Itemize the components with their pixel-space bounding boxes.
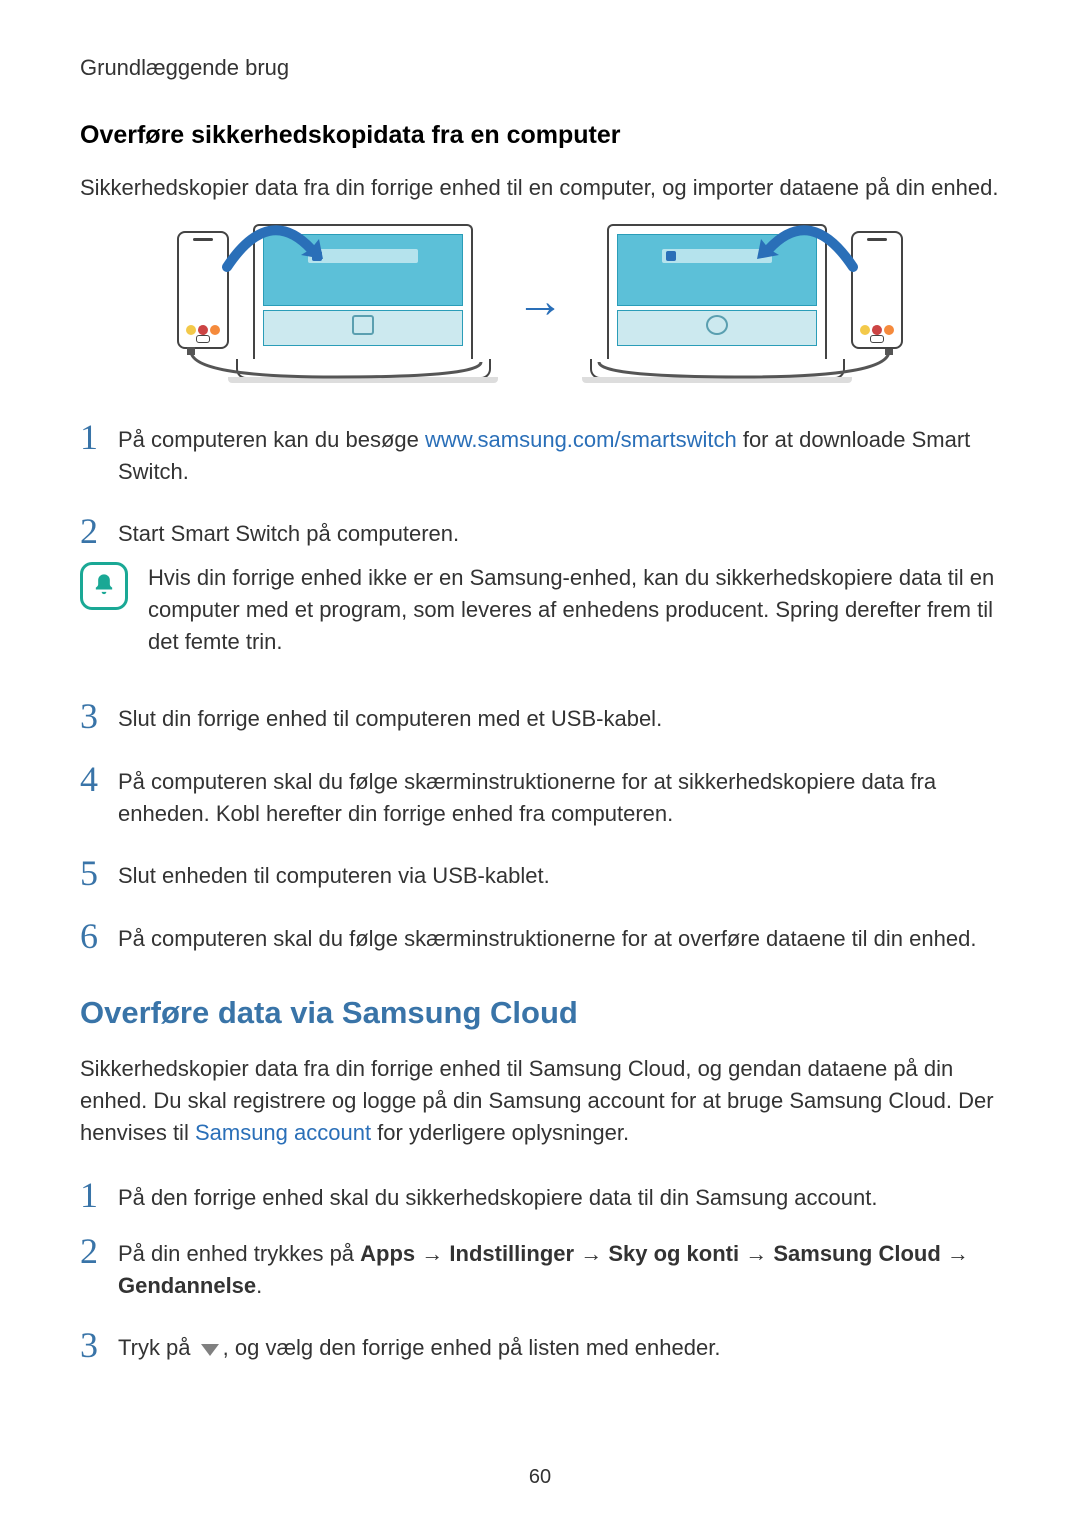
step-number: 4: [80, 761, 118, 799]
intro2-text: Sikkerhedskopier data fra din forrige en…: [80, 1053, 1000, 1149]
step-b1: 1 På den forrige enhed skal du sikkerhed…: [80, 1177, 1000, 1215]
step-a6: 6 På computeren skal du følge skærminstr…: [80, 918, 1000, 956]
step-text: På computeren skal du følge skærminstruk…: [118, 918, 976, 955]
step-text: Slut din forrige enhed til computeren me…: [118, 698, 662, 735]
step-number: 6: [80, 918, 118, 956]
smartswitch-link[interactable]: www.samsung.com/smartswitch: [425, 427, 737, 452]
step-text: Start Smart Switch på computeren.: [118, 513, 459, 550]
step-text: På din enhed trykkes på Apps → Indstilli…: [118, 1233, 1000, 1302]
arc-arrow-icon: [219, 219, 324, 274]
step-a3: 3 Slut din forrige enhed til computeren …: [80, 698, 1000, 736]
intro1-text: Sikkerhedskopier data fra din forrige en…: [80, 172, 1000, 204]
page-number: 60: [529, 1466, 551, 1489]
note-row: Hvis din forrige enhed ikke er en Samsun…: [80, 562, 1000, 658]
step-text: På computeren kan du besøge www.samsung.…: [118, 419, 1000, 488]
note-text: Hvis din forrige enhed ikke er en Samsun…: [148, 562, 1000, 658]
section1-heading: Overføre sikkerhedskopidata fra en compu…: [80, 121, 1000, 150]
step-b3: 3 Tryk på , og vælg den forrige enhed på…: [80, 1327, 1000, 1365]
step-a2: 2 Start Smart Switch på computeren.: [80, 513, 1000, 551]
step-number: 2: [80, 513, 118, 551]
step-a4: 4 På computeren skal du følge skærminstr…: [80, 761, 1000, 830]
section2-title: Overføre data via Samsung Cloud: [80, 995, 1000, 1031]
right-arrow-icon: →: [516, 274, 564, 329]
usb-cable-icon: [589, 347, 899, 382]
step-number: 3: [80, 1327, 118, 1365]
page-header: Grundlæggende brug: [80, 55, 1000, 81]
samsung-account-link[interactable]: Samsung account: [195, 1120, 371, 1145]
step-number: 3: [80, 698, 118, 736]
usb-cable-icon: [181, 347, 491, 382]
step-number: 1: [80, 1177, 118, 1215]
step-text: Tryk på , og vælg den forrige enhed på l…: [118, 1327, 720, 1365]
note-bell-icon: [80, 562, 128, 610]
step-a1: 1 På computeren kan du besøge www.samsun…: [80, 419, 1000, 488]
dropdown-triangle-icon: [199, 1333, 221, 1365]
step-text: Slut enheden til computeren via USB-kabl…: [118, 855, 550, 892]
step-number: 1: [80, 419, 118, 457]
arc-arrow-icon: [756, 219, 861, 274]
step-number: 2: [80, 1233, 118, 1271]
step-b2: 2 På din enhed trykkes på Apps → Indstil…: [80, 1233, 1000, 1302]
step-text: På den forrige enhed skal du sikkerhedsk…: [118, 1177, 877, 1214]
diagram-right: [587, 224, 903, 379]
step-text: På computeren skal du følge skærminstruk…: [118, 761, 1000, 830]
diagram-row: →: [80, 224, 1000, 379]
diagram-left: [177, 224, 493, 379]
step-a5: 5 Slut enheden til computeren via USB-ka…: [80, 855, 1000, 893]
step-number: 5: [80, 855, 118, 893]
